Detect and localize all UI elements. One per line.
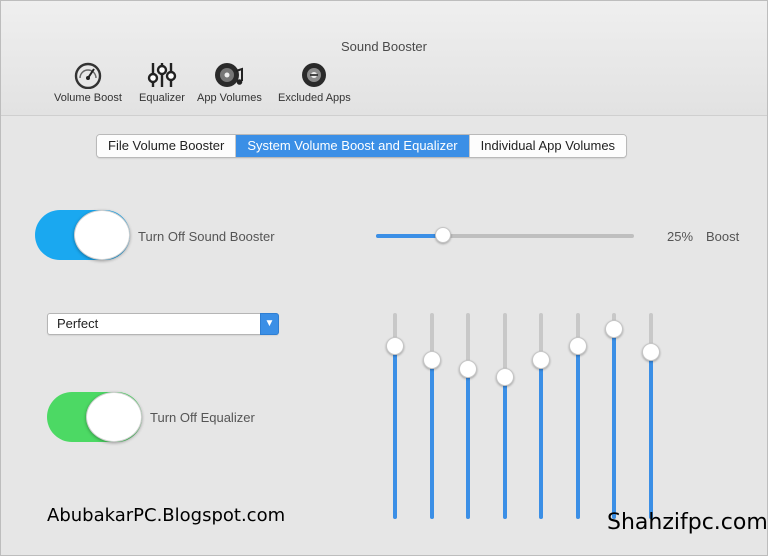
toolbar-excluded-apps-label: Excluded Apps xyxy=(278,92,351,104)
boost-slider-thumb[interactable] xyxy=(435,227,451,243)
equalizer-band-thumb[interactable] xyxy=(569,337,587,355)
equalizer-band-thumb[interactable] xyxy=(532,351,550,369)
equalizer-band-thumb[interactable] xyxy=(496,368,514,386)
toolbar-volume-boost[interactable]: Volume Boost xyxy=(54,61,122,104)
equalizer-band[interactable] xyxy=(605,313,623,519)
speedometer-icon xyxy=(74,62,102,89)
boost-slider-fill xyxy=(376,234,443,238)
equalizer-band[interactable] xyxy=(532,313,550,519)
preset-dropdown[interactable]: Perfect ▼ xyxy=(47,313,279,335)
equalizer-toggle[interactable] xyxy=(47,392,142,442)
equalizer-band-thumb[interactable] xyxy=(459,360,477,378)
sound-booster-toggle[interactable] xyxy=(35,210,130,260)
watermark-left: AbubakarPC.Blogspot.com xyxy=(47,505,286,526)
window-title: Sound Booster xyxy=(340,39,427,54)
equalizer-band-fill xyxy=(649,352,653,519)
watermark-right: Shahzifpc.com xyxy=(607,510,768,535)
equalizer-band-thumb[interactable] xyxy=(423,351,441,369)
equalizer-band-fill xyxy=(430,360,434,519)
toolbar-excluded-apps[interactable]: Excluded Apps xyxy=(278,61,351,104)
tab-individual-app-volumes[interactable]: Individual App Volumes xyxy=(469,135,627,157)
equalizer-band[interactable] xyxy=(569,313,587,519)
tab-system-volume-boost[interactable]: System Volume Boost and Equalizer xyxy=(236,135,470,157)
toolbar-app-volumes[interactable]: App Volumes xyxy=(197,61,262,104)
sound-booster-toggle-knob xyxy=(74,210,130,260)
disc-music-icon xyxy=(215,63,244,87)
equalizer-toggle-label: Turn Off Equalizer xyxy=(150,410,255,425)
app-window: Sound Booster Volume Boost Equalizer App… xyxy=(0,0,768,556)
equalizer-band-fill xyxy=(393,346,397,519)
equalizer-band-fill xyxy=(576,346,580,519)
equalizer-band-fill xyxy=(503,377,507,519)
equalizer-band[interactable] xyxy=(642,313,660,519)
chevron-down-icon: ▼ xyxy=(260,313,279,335)
equalizer-toggle-knob xyxy=(86,392,142,442)
equalizer-band-fill xyxy=(539,360,543,519)
toolbar-volume-boost-label: Volume Boost xyxy=(54,92,122,104)
toolbar-equalizer-label: Equalizer xyxy=(139,92,185,104)
boost-label: Boost xyxy=(706,229,740,244)
tab-bar: File Volume Booster System Volume Boost … xyxy=(96,134,628,158)
excluded-disc-icon xyxy=(302,63,327,87)
toolbar-app-volumes-label: App Volumes xyxy=(197,92,262,104)
tab-file-volume-booster[interactable]: File Volume Booster xyxy=(97,135,237,157)
equalizer-band-thumb[interactable] xyxy=(386,337,404,355)
equalizer-band[interactable] xyxy=(496,313,514,519)
equalizer-band[interactable] xyxy=(459,313,477,519)
boost-value: 25% xyxy=(667,229,694,244)
toolbar-equalizer[interactable]: Equalizer xyxy=(139,61,185,104)
boost-slider[interactable] xyxy=(376,227,634,243)
equalizer-band[interactable] xyxy=(423,313,441,519)
equalizer-band[interactable] xyxy=(386,313,404,519)
equalizer-band-fill xyxy=(612,329,616,519)
equalizer-band-fill xyxy=(466,369,470,519)
equalizer-band-thumb[interactable] xyxy=(642,343,660,361)
equalizer-bands xyxy=(381,313,671,519)
equalizer-icon xyxy=(147,63,177,87)
preset-dropdown-value: Perfect xyxy=(57,316,99,331)
toolbar: Sound Booster Volume Boost Equalizer App… xyxy=(1,1,767,116)
sound-booster-toggle-label: Turn Off Sound Booster xyxy=(138,229,275,244)
equalizer-band-thumb[interactable] xyxy=(605,320,623,338)
